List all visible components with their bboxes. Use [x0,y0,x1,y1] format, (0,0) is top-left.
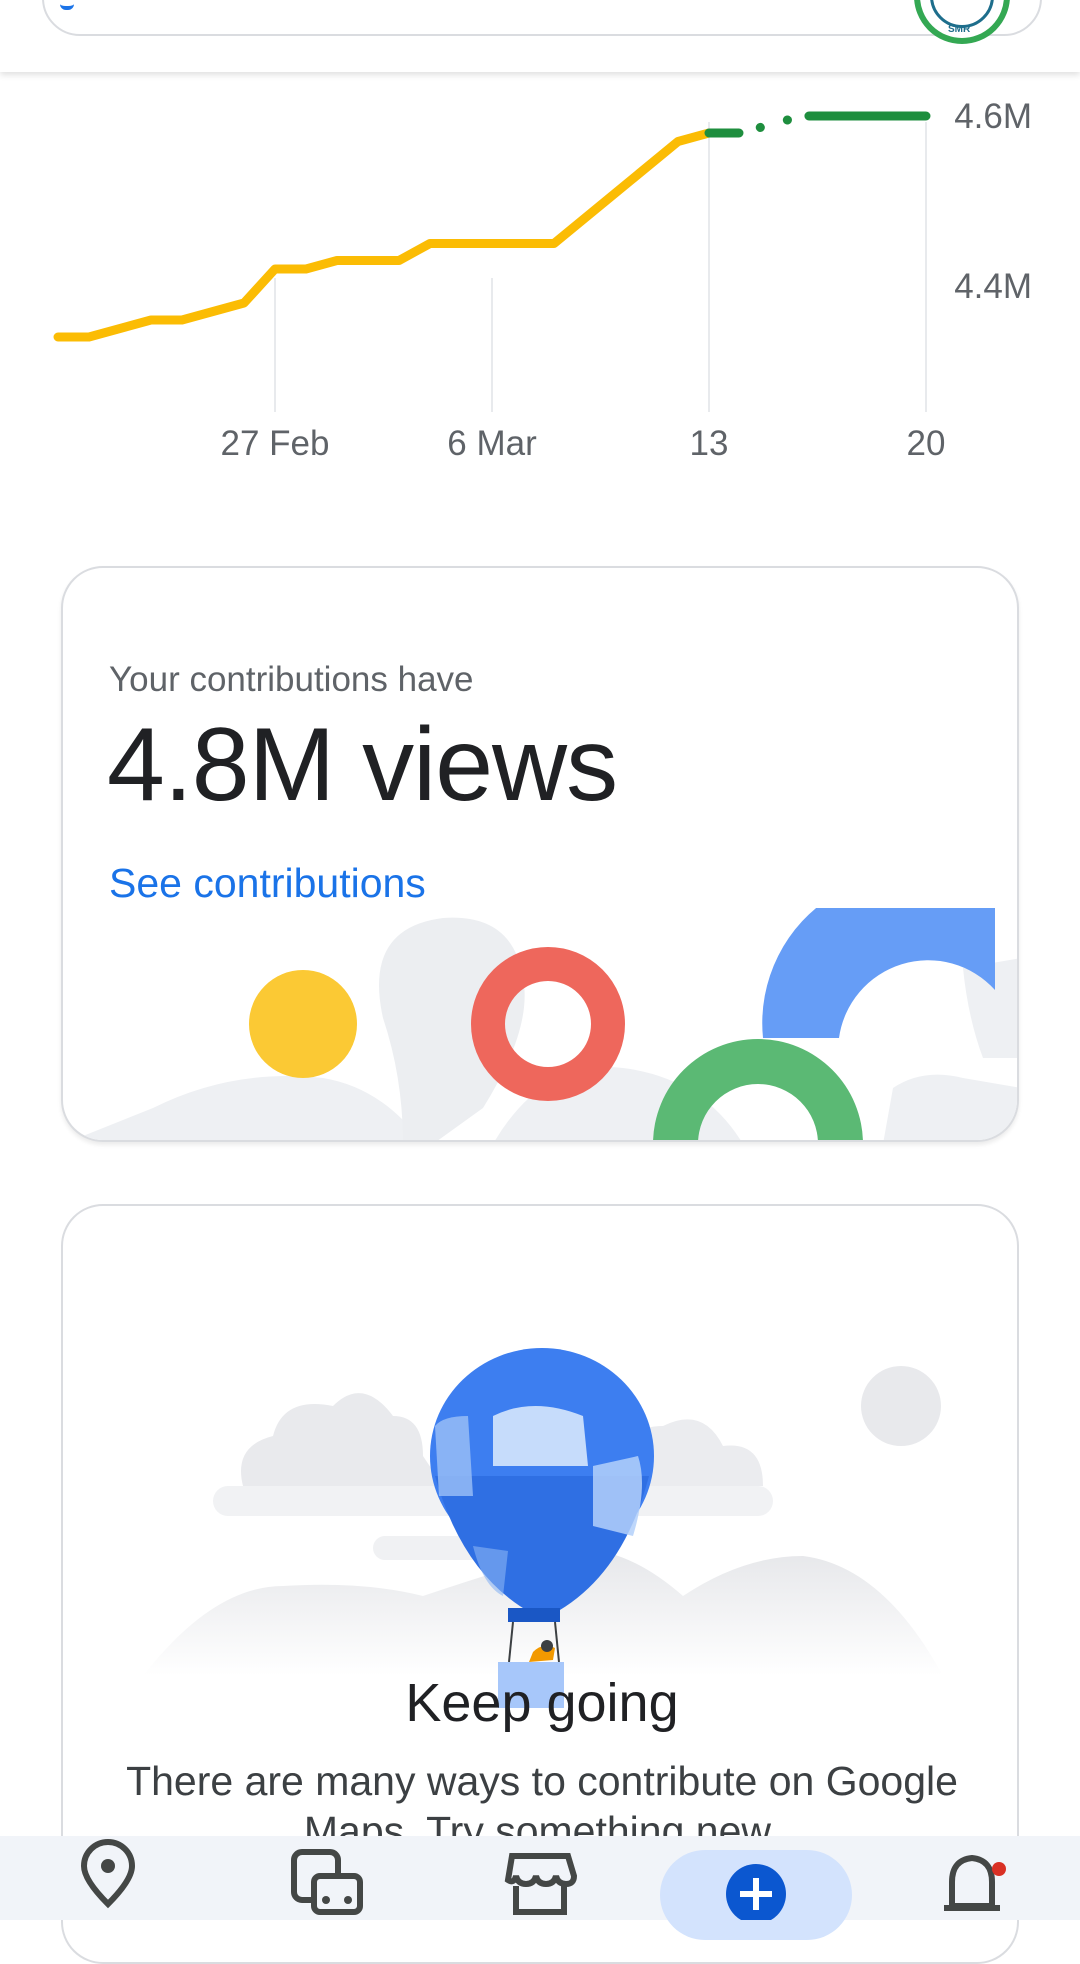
contributions-subtitle: Your contributions have [109,660,474,699]
nav-saved[interactable] [480,1836,600,1920]
x-tick-label: 27 Feb [221,424,330,463]
notification-badge [992,1862,1006,1876]
views-chart: 27 Feb 6 Mar 13 20 4.4M 4.6M [0,60,1080,480]
chart-series-line [704,111,931,138]
contribute-icon [726,1864,786,1920]
notifications-icon [944,1854,1000,1911]
views-chart-svg: 27 Feb 6 Mar 13 20 4.4M 4.6M [53,97,1032,463]
search-icon[interactable] [60,0,74,10]
nav-explore[interactable] [48,1836,168,1920]
x-tick-label: 20 [907,424,946,463]
store-icon [504,1853,578,1915]
top-search-bar: SMR [0,0,1080,72]
y-tick-label: 4.6M [954,97,1032,136]
map-pin-icon [80,1839,136,1909]
nav-go[interactable] [264,1836,384,1920]
keep-going-title: Keep going [405,1673,679,1733]
chart-series-line [53,128,714,342]
contributions-card: Your contributions have 4.8M views See c… [61,566,1019,1142]
contributions-illustration [73,908,1017,1140]
transit-icon [291,1849,363,1915]
avatar-text: SMR [948,24,971,35]
x-tick-label: 6 Mar [447,424,537,463]
search-box[interactable] [42,0,1042,36]
bottom-navigation [0,1836,1080,1940]
nav-updates[interactable] [912,1836,1032,1920]
avatar[interactable]: SMR [914,0,1010,44]
see-contributions-link[interactable]: See contributions [109,860,426,907]
x-tick-label: 13 [690,424,729,463]
y-tick-label: 4.4M [954,267,1032,306]
views-count: 4.8M views [107,707,618,823]
nav-contribute[interactable] [696,1836,816,1920]
